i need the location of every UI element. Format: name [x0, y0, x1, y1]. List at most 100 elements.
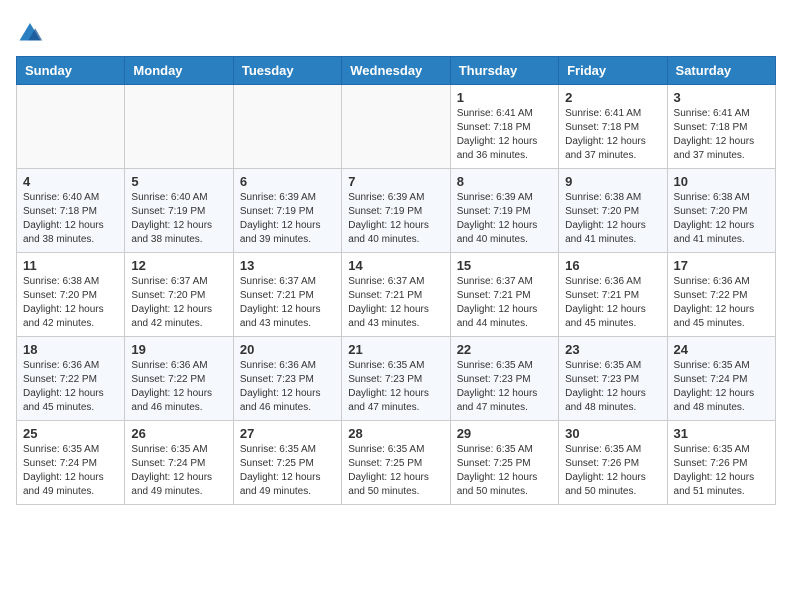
weekday-header-monday: Monday [125, 57, 233, 85]
day-number: 26 [131, 426, 226, 441]
day-cell: 27 Sunrise: 6:35 AM Sunset: 7:25 PM Dayli… [233, 421, 341, 505]
logo [16, 16, 48, 44]
logo-icon [16, 16, 44, 44]
day-number: 19 [131, 342, 226, 357]
day-number: 18 [23, 342, 118, 357]
weekday-header-wednesday: Wednesday [342, 57, 450, 85]
day-cell: 10Sunrise: 6:38 AM Sunset: 7:20 PM Dayli… [667, 169, 775, 253]
week-row-4: 18 Sunrise: 6:36 AM Sunset: 7:22 PM Dayli… [17, 337, 776, 421]
week-row-5: 25 Sunrise: 6:35 AM Sunset: 7:24 PM Dayli… [17, 421, 776, 505]
day-info: Sunrise: 6:35 AM Sunset: 7:26 PM Dayligh… [674, 443, 769, 499]
day-number: 11 [23, 258, 118, 273]
day-info: Sunrise: 6:38 AM Sunset: 7:20 PM Dayligh… [565, 191, 660, 247]
day-number: 31 [674, 426, 769, 441]
day-cell: 26 Sunrise: 6:35 AM Sunset: 7:24 PM Dayli… [125, 421, 233, 505]
day-number: 21 [348, 342, 443, 357]
day-cell: 14 Sunrise: 6:37 AM Sunset: 7:21 PM Dayli… [342, 253, 450, 337]
day-info: Sunrise: 6:35 AM Sunset: 7:23 PM Dayligh… [565, 359, 660, 415]
day-cell: 1Sunrise: 6:41 AM Sunset: 7:18 PM Daylig… [450, 85, 558, 169]
day-number: 13 [240, 258, 335, 273]
weekday-header-row: SundayMondayTuesdayWednesdayThursdayFrid… [17, 57, 776, 85]
day-cell: 4 Sunrise: 6:40 AM Sunset: 7:18 PM Daylig… [17, 169, 125, 253]
day-info: Sunrise: 6:36 AM Sunset: 7:22 PM Dayligh… [23, 359, 118, 415]
calendar: SundayMondayTuesdayWednesdayThursdayFrid… [16, 56, 776, 505]
day-number: 6 [240, 174, 335, 189]
day-info: Sunrise: 6:37 AM Sunset: 7:21 PM Dayligh… [240, 275, 335, 331]
day-number: 22 [457, 342, 552, 357]
day-cell: 6 Sunrise: 6:39 AM Sunset: 7:19 PM Daylig… [233, 169, 341, 253]
day-cell: 7 Sunrise: 6:39 AM Sunset: 7:19 PM Daylig… [342, 169, 450, 253]
week-row-3: 11 Sunrise: 6:38 AM Sunset: 7:20 PM Dayli… [17, 253, 776, 337]
day-info: Sunrise: 6:37 AM Sunset: 7:21 PM Dayligh… [348, 275, 443, 331]
day-info: Sunrise: 6:41 AM Sunset: 7:18 PM Dayligh… [457, 107, 552, 163]
day-number: 10 [674, 174, 769, 189]
day-cell: 19 Sunrise: 6:36 AM Sunset: 7:22 PM Dayli… [125, 337, 233, 421]
day-number: 5 [131, 174, 226, 189]
day-info: Sunrise: 6:35 AM Sunset: 7:25 PM Dayligh… [240, 443, 335, 499]
day-cell [233, 85, 341, 169]
day-info: Sunrise: 6:39 AM Sunset: 7:19 PM Dayligh… [240, 191, 335, 247]
day-info: Sunrise: 6:35 AM Sunset: 7:23 PM Dayligh… [348, 359, 443, 415]
day-info: Sunrise: 6:35 AM Sunset: 7:24 PM Dayligh… [131, 443, 226, 499]
day-info: Sunrise: 6:35 AM Sunset: 7:24 PM Dayligh… [674, 359, 769, 415]
day-info: Sunrise: 6:40 AM Sunset: 7:19 PM Dayligh… [131, 191, 226, 247]
day-number: 12 [131, 258, 226, 273]
day-number: 8 [457, 174, 552, 189]
day-number: 3 [674, 90, 769, 105]
day-info: Sunrise: 6:35 AM Sunset: 7:25 PM Dayligh… [348, 443, 443, 499]
weekday-header-saturday: Saturday [667, 57, 775, 85]
day-info: Sunrise: 6:38 AM Sunset: 7:20 PM Dayligh… [23, 275, 118, 331]
day-cell: 28 Sunrise: 6:35 AM Sunset: 7:25 PM Dayli… [342, 421, 450, 505]
day-number: 28 [348, 426, 443, 441]
day-info: Sunrise: 6:39 AM Sunset: 7:19 PM Dayligh… [457, 191, 552, 247]
week-row-1: 1Sunrise: 6:41 AM Sunset: 7:18 PM Daylig… [17, 85, 776, 169]
day-number: 2 [565, 90, 660, 105]
day-cell: 2 Sunrise: 6:41 AM Sunset: 7:18 PM Daylig… [559, 85, 667, 169]
day-number: 29 [457, 426, 552, 441]
weekday-header-sunday: Sunday [17, 57, 125, 85]
day-cell: 25Sunrise: 6:35 AM Sunset: 7:24 PM Dayli… [17, 421, 125, 505]
day-info: Sunrise: 6:36 AM Sunset: 7:23 PM Dayligh… [240, 359, 335, 415]
day-number: 20 [240, 342, 335, 357]
day-cell: 24 Sunrise: 6:35 AM Sunset: 7:24 PM Dayli… [667, 337, 775, 421]
weekday-header-friday: Friday [559, 57, 667, 85]
day-info: Sunrise: 6:40 AM Sunset: 7:18 PM Dayligh… [23, 191, 118, 247]
day-number: 16 [565, 258, 660, 273]
day-cell: 31 Sunrise: 6:35 AM Sunset: 7:26 PM Dayli… [667, 421, 775, 505]
day-cell: 12Sunrise: 6:37 AM Sunset: 7:20 PM Dayli… [125, 253, 233, 337]
day-cell: 8 Sunrise: 6:39 AM Sunset: 7:19 PM Daylig… [450, 169, 558, 253]
day-number: 25 [23, 426, 118, 441]
day-cell: 11 Sunrise: 6:38 AM Sunset: 7:20 PM Dayli… [17, 253, 125, 337]
day-info: Sunrise: 6:36 AM Sunset: 7:21 PM Dayligh… [565, 275, 660, 331]
day-cell: 17 Sunrise: 6:36 AM Sunset: 7:22 PM Dayli… [667, 253, 775, 337]
day-info: Sunrise: 6:41 AM Sunset: 7:18 PM Dayligh… [674, 107, 769, 163]
day-number: 30 [565, 426, 660, 441]
day-number: 27 [240, 426, 335, 441]
day-cell: 9Sunrise: 6:38 AM Sunset: 7:20 PM Daylig… [559, 169, 667, 253]
weekday-header-tuesday: Tuesday [233, 57, 341, 85]
day-cell: 3 Sunrise: 6:41 AM Sunset: 7:18 PM Daylig… [667, 85, 775, 169]
day-info: Sunrise: 6:35 AM Sunset: 7:25 PM Dayligh… [457, 443, 552, 499]
day-number: 4 [23, 174, 118, 189]
day-number: 17 [674, 258, 769, 273]
day-number: 23 [565, 342, 660, 357]
day-number: 7 [348, 174, 443, 189]
header [16, 16, 776, 44]
day-cell: 5 Sunrise: 6:40 AM Sunset: 7:19 PM Daylig… [125, 169, 233, 253]
week-row-2: 4 Sunrise: 6:40 AM Sunset: 7:18 PM Daylig… [17, 169, 776, 253]
day-cell [342, 85, 450, 169]
day-info: Sunrise: 6:39 AM Sunset: 7:19 PM Dayligh… [348, 191, 443, 247]
day-cell: 18 Sunrise: 6:36 AM Sunset: 7:22 PM Dayli… [17, 337, 125, 421]
day-cell: 13 Sunrise: 6:37 AM Sunset: 7:21 PM Dayli… [233, 253, 341, 337]
day-cell: 30Sunrise: 6:35 AM Sunset: 7:26 PM Dayli… [559, 421, 667, 505]
weekday-header-thursday: Thursday [450, 57, 558, 85]
day-info: Sunrise: 6:36 AM Sunset: 7:22 PM Dayligh… [674, 275, 769, 331]
day-info: Sunrise: 6:41 AM Sunset: 7:18 PM Dayligh… [565, 107, 660, 163]
day-number: 24 [674, 342, 769, 357]
day-cell: 20 Sunrise: 6:36 AM Sunset: 7:23 PM Dayli… [233, 337, 341, 421]
day-number: 14 [348, 258, 443, 273]
day-cell: 23 Sunrise: 6:35 AM Sunset: 7:23 PM Dayli… [559, 337, 667, 421]
day-info: Sunrise: 6:36 AM Sunset: 7:22 PM Dayligh… [131, 359, 226, 415]
day-cell: 16 Sunrise: 6:36 AM Sunset: 7:21 PM Dayli… [559, 253, 667, 337]
day-info: Sunrise: 6:35 AM Sunset: 7:23 PM Dayligh… [457, 359, 552, 415]
